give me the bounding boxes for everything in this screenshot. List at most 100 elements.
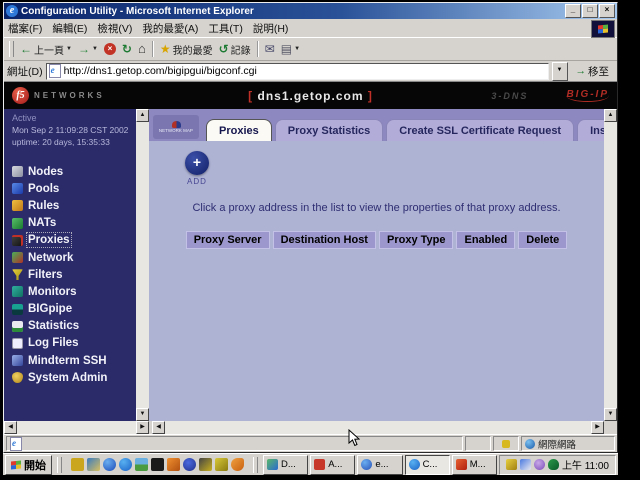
- task-button-2[interactable]: A...: [310, 455, 355, 475]
- scroll-right-icon[interactable]: ▶: [136, 421, 149, 434]
- tray-icon[interactable]: [534, 459, 545, 470]
- add-label: ADD: [167, 177, 227, 186]
- log-files-icon: [12, 338, 23, 349]
- quick-launch-icon[interactable]: [103, 458, 116, 471]
- tray-icon[interactable]: [520, 459, 531, 470]
- sidebar-item-rules[interactable]: Rules: [12, 197, 136, 214]
- menu-tools[interactable]: 工具(T): [208, 21, 242, 36]
- tray-icon[interactable]: [506, 459, 517, 470]
- quick-launch-icon[interactable]: [215, 458, 228, 471]
- scroll-left-icon[interactable]: ◀: [152, 421, 165, 434]
- back-button[interactable]: ← 上一頁 ▼: [17, 41, 75, 58]
- quick-launch-icon[interactable]: [183, 458, 196, 471]
- horizontal-scroll-row: ◀ ▶ ◀ ▶: [4, 421, 617, 434]
- scroll-up-icon[interactable]: ▲: [136, 109, 149, 122]
- menu-file[interactable]: 檔案(F): [8, 21, 42, 36]
- mail-button[interactable]: ✉: [262, 42, 278, 56]
- menu-view[interactable]: 檢視(V): [97, 21, 132, 36]
- frames-area: Active Mon Sep 2 11:09:28 CST 2002 uptim…: [4, 109, 617, 421]
- tray-icon[interactable]: [548, 459, 559, 470]
- stop-button[interactable]: ×: [101, 42, 119, 56]
- address-url: http://dns1.getop.com/bigipgui/bigconf.c…: [64, 65, 257, 77]
- main-horizontal-scrollbar[interactable]: ◀ ▶: [152, 421, 604, 434]
- quick-launch-icon[interactable]: [87, 458, 100, 471]
- sidebar-item-bigpipe[interactable]: BIGpipe: [12, 301, 136, 318]
- quick-launch-icon[interactable]: [71, 458, 84, 471]
- taskbar-grip: [57, 457, 62, 473]
- quick-launch-icon[interactable]: [231, 458, 244, 471]
- sidebar-item-statistics[interactable]: Statistics: [12, 318, 136, 335]
- favorites-button[interactable]: ★ 我的最愛: [157, 41, 216, 58]
- quick-launch-icon[interactable]: [135, 458, 148, 471]
- quick-launch-icon[interactable]: [167, 458, 180, 471]
- history-icon: ↺: [219, 43, 229, 55]
- scroll-up-icon[interactable]: ▲: [604, 109, 617, 122]
- tab-proxy-statistics[interactable]: Proxy Statistics: [275, 119, 384, 141]
- proxy-table: Proxy Server Destination Host Proxy Type…: [183, 228, 571, 252]
- history-button[interactable]: ↺ 記錄: [216, 41, 254, 58]
- menu-edit[interactable]: 編輯(E): [52, 21, 87, 36]
- menu-help[interactable]: 說明(H): [253, 21, 289, 36]
- link-3dns[interactable]: 3-DNS: [491, 91, 528, 101]
- sidebar-item-monitors[interactable]: Monitors: [12, 283, 136, 300]
- system-admin-icon: [12, 372, 23, 383]
- tab-proxies[interactable]: Proxies: [206, 119, 272, 141]
- sidebar-item-system-admin[interactable]: System Admin: [12, 369, 136, 386]
- quick-launch-icon[interactable]: [151, 458, 164, 471]
- sidebar-item-nodes[interactable]: Nodes: [12, 163, 136, 180]
- menu-favorites[interactable]: 我的最愛(A): [142, 21, 198, 36]
- sidebar-item-network[interactable]: Network: [12, 249, 136, 266]
- main-vertical-scrollbar[interactable]: ▲ ▼: [604, 109, 617, 421]
- task-icon: [361, 459, 372, 470]
- sidebar-item-filters[interactable]: Filters: [12, 266, 136, 283]
- go-button[interactable]: → 移至: [571, 63, 615, 80]
- scroll-right-icon[interactable]: ▶: [591, 421, 604, 434]
- task-button-5[interactable]: M...: [452, 455, 497, 475]
- tab-install-ssl-certificate[interactable]: Install SSL Certif: [577, 119, 604, 141]
- sidebar-item-pools[interactable]: Pools: [12, 180, 136, 197]
- nodes-icon: [12, 166, 23, 177]
- sidebar-item-mindterm-ssh[interactable]: Mindterm SSH: [12, 352, 136, 369]
- pools-icon: [12, 183, 23, 194]
- window-title: Configuration Utility - Microsoft Intern…: [21, 6, 564, 17]
- task-button-1[interactable]: D...: [263, 455, 308, 475]
- windows-start-icon: [11, 460, 21, 469]
- sidebar-horizontal-scrollbar[interactable]: ◀ ▶: [4, 421, 149, 434]
- minimize-button[interactable]: _: [565, 4, 581, 18]
- print-button[interactable]: ▤▼: [278, 42, 303, 56]
- sidebar-item-nats[interactable]: NATs: [12, 215, 136, 232]
- refresh-icon: ↻: [122, 43, 132, 55]
- ie-quick-launch-icon[interactable]: [119, 458, 132, 471]
- address-input[interactable]: http://dns1.getop.com/bigipgui/bigconf.c…: [46, 63, 549, 80]
- sidebar-item-proxies[interactable]: Proxies: [12, 232, 136, 249]
- refresh-button[interactable]: ↻: [119, 42, 135, 56]
- scroll-down-icon[interactable]: ▼: [136, 408, 149, 421]
- title-bar: e Configuration Utility - Microsoft Inte…: [4, 3, 617, 19]
- ie-throbber-logo: [591, 20, 615, 38]
- scroll-left-icon[interactable]: ◀: [4, 421, 17, 434]
- back-icon: ←: [20, 43, 32, 55]
- forward-dropdown-icon[interactable]: ▼: [92, 46, 98, 52]
- close-button[interactable]: ×: [599, 4, 615, 18]
- col-enabled: Enabled: [456, 231, 515, 249]
- forward-button[interactable]: → ▼: [75, 42, 101, 56]
- quick-launch-icon[interactable]: [199, 458, 212, 471]
- scroll-down-icon[interactable]: ▼: [604, 408, 617, 421]
- network-map-button[interactable]: NETWORK MAP: [153, 115, 199, 139]
- sidebar-item-log-files[interactable]: Log Files: [12, 335, 136, 352]
- link-bigip[interactable]: BIG-IP: [566, 89, 609, 102]
- maximize-button[interactable]: □: [582, 4, 598, 18]
- home-button[interactable]: ⌂: [135, 42, 149, 56]
- address-dropdown-button[interactable]: ▼: [552, 62, 568, 81]
- sidebar-vertical-scrollbar[interactable]: ▲ ▼: [136, 109, 149, 421]
- start-button[interactable]: 開始: [5, 455, 52, 475]
- col-proxy-type: Proxy Type: [379, 231, 454, 249]
- zone-label: 網際網路: [538, 437, 576, 451]
- add-proxy-button[interactable]: +: [185, 151, 209, 175]
- tab-create-ssl-certificate-request[interactable]: Create SSL Certificate Request: [386, 119, 574, 141]
- task-button-3[interactable]: e...: [357, 455, 402, 475]
- back-dropdown-icon[interactable]: ▼: [66, 46, 72, 52]
- unit-status: Active: [12, 113, 136, 123]
- task-button-configuration-utility[interactable]: C...: [405, 455, 450, 475]
- tab-strip: NETWORK MAP Proxies Proxy Statistics Cre…: [149, 109, 604, 141]
